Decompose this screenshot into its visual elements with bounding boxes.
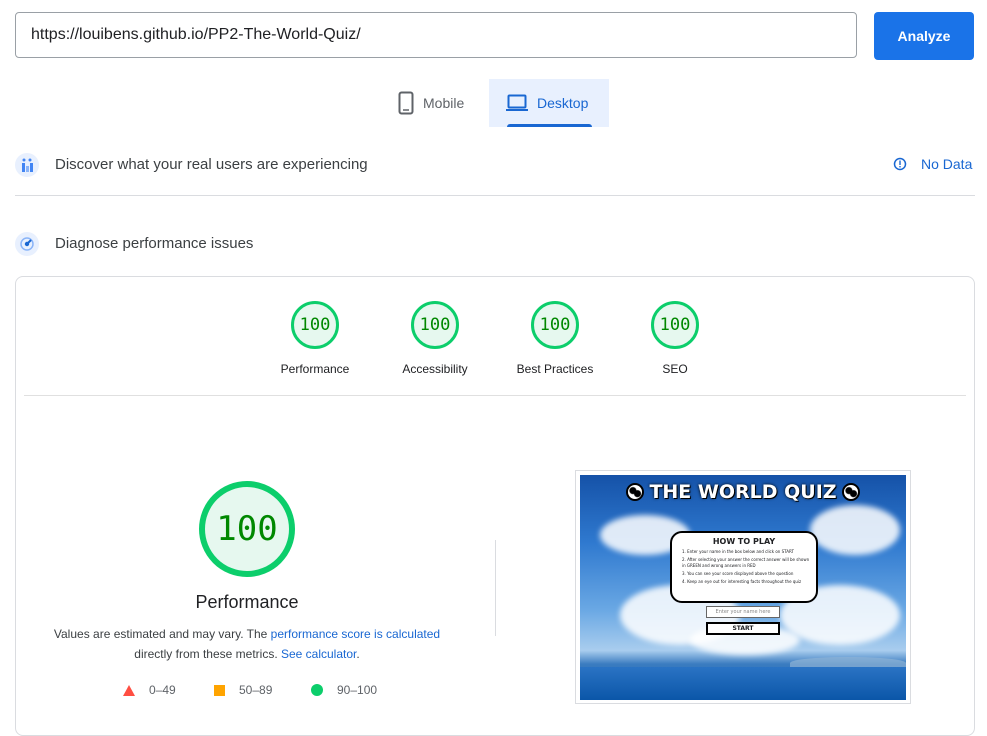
triangle-icon xyxy=(123,684,135,696)
legend-pass-range: 90–100 xyxy=(337,683,378,697)
accessibility-gauge-label: Accessibility xyxy=(402,362,468,376)
legend-average-range: 50–89 xyxy=(239,683,273,697)
vertical-divider xyxy=(495,540,496,636)
desc-text-3: . xyxy=(356,647,360,661)
analyze-button[interactable]: Analyze xyxy=(874,12,974,60)
no-data-label: No Data xyxy=(921,156,973,172)
desc-text-2: directly from these metrics. xyxy=(134,647,281,661)
instruction-item: 2. After selecting your answer the corre… xyxy=(682,557,810,568)
quiz-title: THE WORLD QUIZ xyxy=(580,481,906,503)
performance-gauge[interactable]: 100 xyxy=(291,301,339,349)
desc-text-1: Values are estimated and may vary. The xyxy=(53,627,271,641)
legend-pass: 90–100 xyxy=(311,683,377,697)
performance-title: Performance xyxy=(195,592,299,612)
performance-score-gauge: 100 xyxy=(199,481,295,577)
performance-description: Values are estimated and may vary. The p… xyxy=(40,624,454,664)
card-divider xyxy=(24,395,966,396)
performance-gauge-label: Performance xyxy=(280,362,350,376)
accessibility-gauge[interactable]: 100 xyxy=(411,301,459,349)
tab-selected-indicator xyxy=(507,124,592,127)
instruction-item: 3. You can see your score displayed abov… xyxy=(682,571,794,576)
globe-icon xyxy=(626,483,645,501)
diagnose-title: Diagnose performance issues xyxy=(55,235,254,252)
legend-fail: 0–49 xyxy=(123,683,176,697)
globe-icon xyxy=(841,483,860,501)
quiz-start-button: START xyxy=(706,622,780,635)
quiz-title-text: THE WORLD QUIZ xyxy=(649,481,837,503)
url-input[interactable] xyxy=(15,12,857,58)
tab-mobile[interactable]: Mobile xyxy=(390,79,488,127)
legend-fail-range: 0–49 xyxy=(149,683,176,697)
circle-icon xyxy=(311,684,323,696)
laptop-icon xyxy=(506,94,528,111)
no-data-link[interactable]: No Data xyxy=(893,156,972,172)
quiz-name-field: Enter your name here xyxy=(706,606,780,618)
best-practices-gauge[interactable]: 100 xyxy=(531,301,579,349)
tab-mobile-label: Mobile xyxy=(423,95,465,111)
tab-desktop-label: Desktop xyxy=(537,95,589,111)
how-to-play-box: HOW TO PLAY 1. Enter your name in the bo… xyxy=(670,531,818,603)
section-divider xyxy=(15,195,975,196)
instruction-item: 4. Keep an eye out for interesting facts… xyxy=(682,579,802,584)
page-screenshot: THE WORLD QUIZ HOW TO PLAY 1. Enter your… xyxy=(580,475,906,700)
field-data-title: Discover what your real users are experi… xyxy=(55,156,368,173)
diagnose-icon xyxy=(15,232,39,256)
field-data-icon xyxy=(15,153,39,177)
score-calculated-link[interactable]: performance score is calculated xyxy=(271,627,440,641)
square-icon xyxy=(214,684,225,696)
legend-average: 50–89 xyxy=(214,683,272,697)
instruction-item: 1. Enter your name in the box below and … xyxy=(682,549,794,554)
best-practices-gauge-label: Best Practices xyxy=(516,362,594,376)
seo-gauge-label: SEO xyxy=(662,362,688,376)
phone-icon xyxy=(398,91,414,115)
how-to-play-title: HOW TO PLAY xyxy=(712,537,776,546)
seo-gauge[interactable]: 100 xyxy=(651,301,699,349)
see-calculator-link[interactable]: See calculator xyxy=(281,647,356,661)
tab-desktop[interactable]: Desktop xyxy=(489,79,609,127)
info-icon xyxy=(893,157,907,171)
